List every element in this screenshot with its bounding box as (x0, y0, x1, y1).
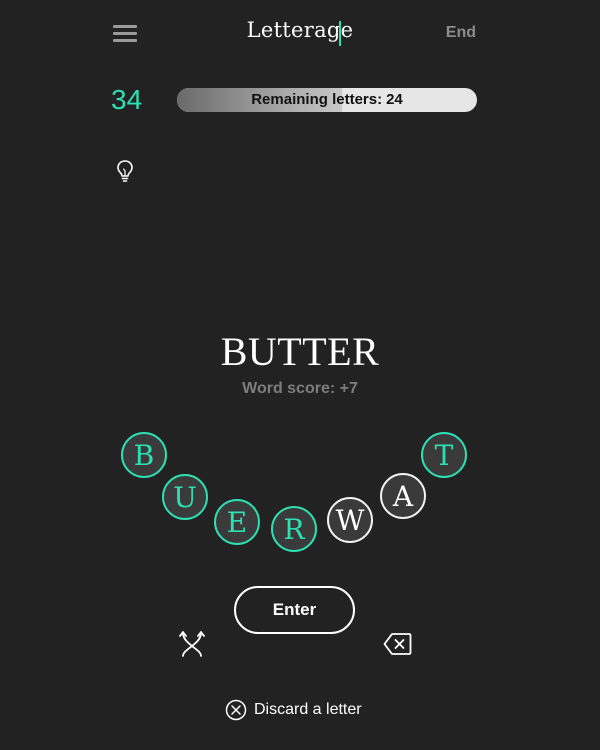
letter-tile[interactable]: W (327, 497, 373, 543)
circle-x-icon (225, 699, 247, 721)
end-button[interactable]: End (446, 24, 476, 42)
remaining-letters-label: Remaining letters: (251, 91, 383, 108)
app-title: Letterage (246, 18, 354, 42)
letter-tile[interactable]: R (271, 506, 317, 552)
lightbulb-icon[interactable] (114, 158, 136, 184)
letter-tile[interactable]: U (162, 474, 208, 520)
letter-tile[interactable]: B (121, 432, 167, 478)
shuffle-icon[interactable] (179, 630, 205, 658)
letter-tile[interactable]: E (214, 499, 260, 545)
backspace-svg (383, 633, 412, 655)
score-counter: 34 (111, 84, 143, 115)
letter-tile[interactable]: A (380, 473, 426, 519)
letter-tile[interactable]: T (421, 432, 467, 478)
shuffle-svg (179, 631, 205, 657)
enter-button[interactable]: Enter (234, 586, 355, 634)
backspace-icon[interactable] (383, 632, 412, 656)
current-word: BUTTER (220, 329, 380, 374)
remaining-letters-progress-bar: Remaining letters: 24 (177, 88, 477, 112)
word-score: Word score: +7 (242, 380, 358, 397)
title-cursor (339, 21, 341, 46)
discard-letter-label: Discard a letter (254, 701, 362, 718)
lightbulb-svg (117, 160, 133, 182)
remaining-letters-count: 24 (386, 91, 403, 108)
game-screen: Letterage End 34 Remaining letters: 24 BU… (0, 0, 600, 750)
discard-letter-button[interactable]: Discard a letter (225, 699, 362, 721)
progress-label: Remaining letters: 24 (177, 88, 477, 112)
